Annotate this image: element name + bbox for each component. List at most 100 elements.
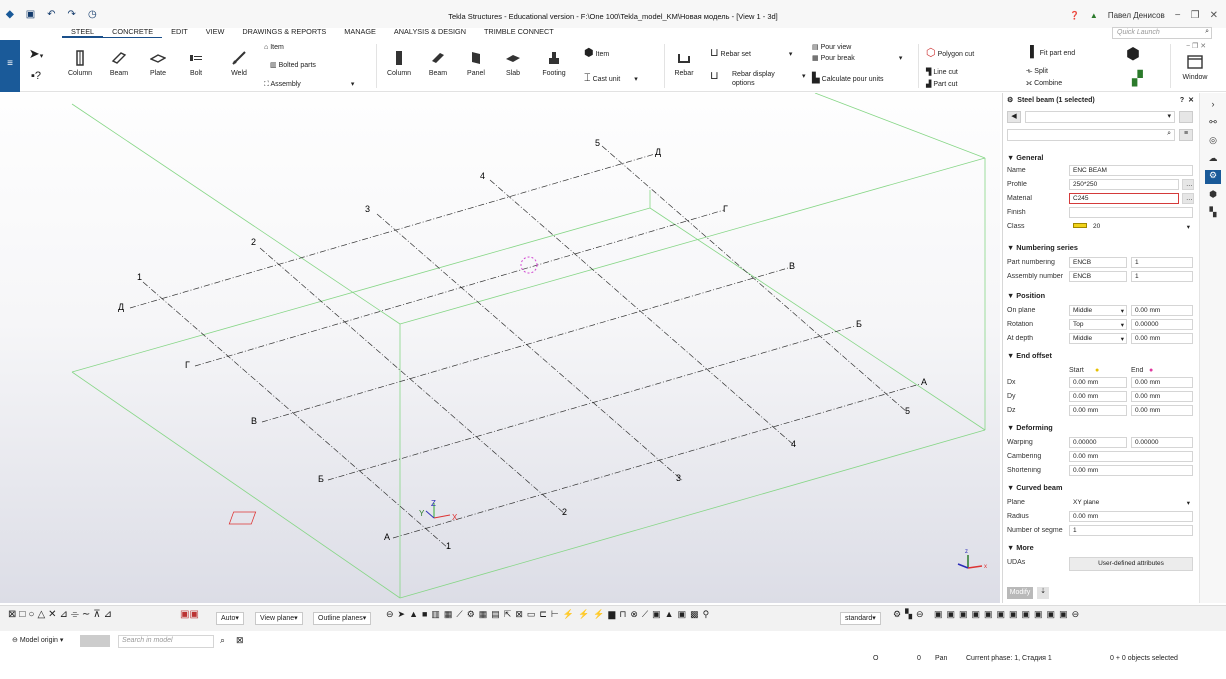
properties-tab-icon[interactable]: ⚙: [1205, 170, 1221, 184]
model-origin-dropdown[interactable]: ⊖ Model origin ▾: [8, 635, 68, 648]
at-depth-offset-field[interactable]: 0.00 mm: [1131, 333, 1193, 344]
dz-start-field[interactable]: 0.00 mm: [1069, 405, 1127, 416]
ribbon-window-controls[interactable]: − ❐ ✕: [1186, 42, 1206, 50]
add-component-icon[interactable]: ▞: [1132, 70, 1143, 87]
split-button[interactable]: ⟛ Split: [1026, 68, 1048, 76]
profile-field[interactable]: 250*250: [1069, 179, 1179, 190]
section-curved-beam[interactable]: ▼ Curved beam: [1007, 483, 1062, 492]
list-view-icon[interactable]: ≡: [1179, 129, 1193, 141]
plane-dropdown[interactable]: XY plane ▾: [1069, 497, 1193, 508]
steel-column-button[interactable]: Column: [64, 50, 96, 77]
radius-field[interactable]: 0.00 mm: [1069, 511, 1193, 522]
snap-active-icons[interactable]: ▣▣: [180, 609, 199, 622]
section-deforming[interactable]: ▼ Deforming: [1007, 423, 1053, 432]
warping-start-field[interactable]: 0.00000: [1069, 437, 1127, 448]
steel-plate-button[interactable]: Plate: [143, 50, 173, 77]
finish-field[interactable]: [1069, 207, 1193, 218]
part-start-field[interactable]: 1: [1131, 257, 1193, 268]
weld-button[interactable]: Weld: [226, 50, 252, 77]
auto-dropdown[interactable]: Auto▾: [216, 612, 244, 625]
on-plane-offset-field[interactable]: 0.00 mm: [1131, 305, 1193, 316]
profile-browse-button[interactable]: …: [1182, 179, 1194, 190]
steel-beam-button[interactable]: Beam: [104, 50, 134, 77]
on-plane-dropdown[interactable]: Middle ▾: [1069, 305, 1127, 316]
footing-button[interactable]: Footing: [538, 50, 570, 77]
bolt-button[interactable]: Bolt: [182, 50, 210, 77]
user-name[interactable]: Павел Денисов: [1108, 11, 1165, 20]
combine-button[interactable]: ⟗ Combine: [1026, 80, 1062, 88]
property-search-input[interactable]: ⌕: [1007, 129, 1175, 141]
tab-view[interactable]: VIEW: [197, 27, 234, 38]
search-model-input[interactable]: Search in model: [118, 635, 214, 648]
steel-item-button[interactable]: ⌂ Item: [264, 44, 284, 51]
section-position[interactable]: ▼ Position: [1007, 291, 1045, 300]
material-field[interactable]: C245: [1069, 193, 1179, 204]
rotation-dropdown[interactable]: Top ▾: [1069, 319, 1127, 330]
section-numbering[interactable]: ▼ Numbering series: [1007, 243, 1078, 252]
pick-button[interactable]: ⇣: [1037, 587, 1049, 599]
close-icon[interactable]: ✕: [1188, 96, 1194, 104]
rebar-display-options-button[interactable]: ⊔ Rebar display options: [710, 70, 792, 88]
part-cut-button[interactable]: ▟ Part cut: [926, 80, 957, 88]
tab-analysis-design[interactable]: ANALYSIS & DESIGN: [385, 27, 475, 38]
assembly-button[interactable]: ⛶ Assembly ▾: [264, 80, 354, 89]
at-depth-dropdown[interactable]: Middle ▾: [1069, 333, 1127, 344]
chevron-right-icon[interactable]: ›: [1207, 99, 1219, 111]
selection-switches[interactable]: ⊖➤▲■▥▦⟋⚙▦▤⇱⊠▭⊏⊢⚡⚡⚡▆⊓⊗⟋▣▲▣▩⚲: [386, 609, 713, 622]
help-icon[interactable]: ❓: [1070, 11, 1080, 20]
view-plane-dropdown[interactable]: View plane▾: [255, 612, 303, 625]
concrete-beam-button[interactable]: Beam: [424, 50, 452, 77]
calculate-pour-units-button[interactable]: ▙ Calculate pour units: [812, 73, 884, 84]
class-dropdown[interactable]: 20 ▾: [1069, 221, 1193, 232]
tab-steel[interactable]: STEEL: [62, 27, 104, 38]
segments-field[interactable]: 1: [1069, 525, 1193, 536]
slab-button[interactable]: Slab: [500, 50, 526, 77]
search-icon[interactable]: ⌕: [220, 635, 225, 648]
quick-launch-input[interactable]: Quick Launch ⌕: [1112, 27, 1212, 39]
tab-manage[interactable]: MANAGE: [335, 27, 385, 38]
panel-button[interactable]: Panel: [462, 50, 490, 77]
rebar-button[interactable]: Rebar: [670, 50, 698, 77]
select-tool-icon[interactable]: ➤▾: [26, 46, 46, 62]
fit-part-end-button[interactable]: ▌ Fit part end: [1030, 46, 1075, 58]
tab-drawings-reports[interactable]: DRAWINGS & REPORTS: [233, 27, 335, 38]
assembly-start-field[interactable]: 1: [1131, 271, 1193, 282]
bolted-parts-button[interactable]: ▥ Bolted parts: [270, 61, 316, 69]
modify-button[interactable]: Modify: [1007, 587, 1033, 599]
dz-end-field[interactable]: 0.00 mm: [1131, 405, 1193, 416]
tab-edit[interactable]: EDIT: [162, 27, 197, 38]
tab-concrete[interactable]: CONCRETE: [103, 27, 163, 38]
view-tools[interactable]: ⚙▚⊖ ▣▣▣▣▣▣▣▣▣▣▣⊖: [893, 609, 1083, 622]
shortening-field[interactable]: 0.00 mm: [1069, 465, 1193, 476]
applications-icon[interactable]: ▚: [1207, 207, 1219, 219]
restore-button[interactable]: ❐: [1191, 10, 1200, 21]
part-prefix-field[interactable]: ENCB: [1069, 257, 1127, 268]
window-button[interactable]: Window: [1178, 54, 1212, 81]
menu-icon[interactable]: ≡: [0, 40, 20, 92]
concrete-item-button[interactable]: ⬢ Item: [584, 46, 609, 59]
save-properties-button[interactable]: [1179, 111, 1193, 123]
user-defined-attributes-button[interactable]: User-defined attributes: [1069, 557, 1193, 571]
help-icon[interactable]: ?: [1180, 97, 1184, 104]
section-general[interactable]: ▼ General: [1007, 153, 1043, 162]
minimize-button[interactable]: −: [1175, 10, 1181, 21]
origin-buttons[interactable]: [80, 635, 110, 647]
cloud-icon[interactable]: ☁: [1207, 153, 1219, 165]
globe-icon[interactable]: ◎: [1207, 135, 1219, 147]
rotation-offset-field[interactable]: 0.00000: [1131, 319, 1193, 330]
name-field[interactable]: ENC BEAM: [1069, 165, 1193, 176]
search-icon[interactable]: ⌕: [1205, 28, 1209, 36]
rebar-display-dropdown[interactable]: ▾: [802, 72, 806, 80]
snap-switches[interactable]: ⊠□○△✕⊿⌯∼⊼⊿: [8, 609, 115, 622]
dy-start-field[interactable]: 0.00 mm: [1069, 391, 1127, 402]
model-canvas[interactable]: Z X Y 1 2 3 4 5 1 2 3 4 5 А Б В Г Д А Б …: [0, 93, 1000, 603]
tab-trimble-connect[interactable]: TRIMBLE CONNECT: [475, 27, 563, 38]
pour-break-button[interactable]: ▦ Pour break ▾: [812, 54, 902, 62]
model-view-3d[interactable]: Z X Y 1 2 3 4 5 1 2 3 4 5 А Б В Г Д А Б …: [0, 93, 1000, 603]
warping-end-field[interactable]: 0.00000: [1131, 437, 1193, 448]
concrete-column-button[interactable]: Column: [384, 50, 414, 77]
catalog-icon[interactable]: ⬢: [1207, 189, 1219, 201]
dy-end-field[interactable]: 0.00 mm: [1131, 391, 1193, 402]
saved-properties-dropdown[interactable]: ▾: [1025, 111, 1175, 123]
material-browse-button[interactable]: …: [1182, 193, 1194, 204]
